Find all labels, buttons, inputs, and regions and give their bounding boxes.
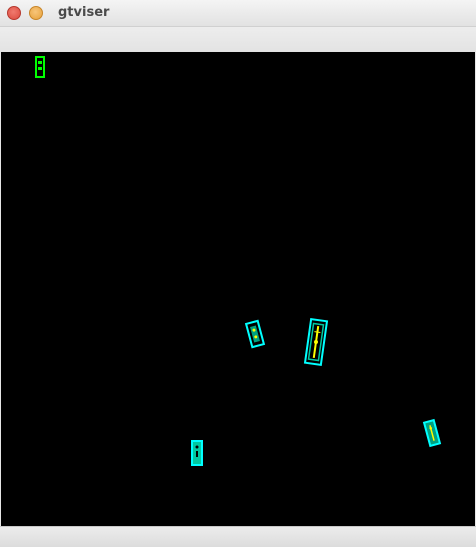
- status-bar: [0, 526, 476, 547]
- object-c: [191, 440, 203, 466]
- minimize-button[interactable]: [29, 6, 43, 20]
- title-bar[interactable]: gtviser: [0, 0, 476, 27]
- object-d: [422, 418, 442, 448]
- app-window: gtviser: [0, 0, 476, 547]
- toolbar: [0, 27, 476, 52]
- visualization-canvas[interactable]: [1, 52, 475, 526]
- window-title: gtviser: [58, 5, 110, 20]
- object-a: [244, 319, 266, 349]
- object-small-green: [35, 56, 45, 78]
- canvas-svg: [35, 56, 442, 466]
- object-b: [303, 317, 329, 367]
- close-button[interactable]: [7, 6, 21, 20]
